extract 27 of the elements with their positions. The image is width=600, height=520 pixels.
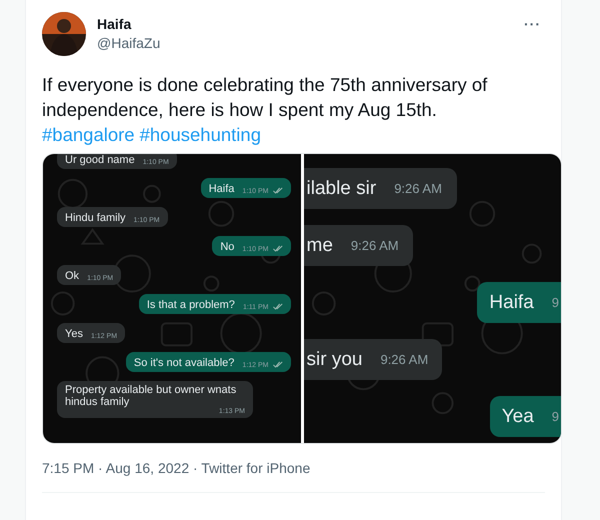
message-text: me (306, 234, 333, 256)
message-time: 9:26 AM (350, 238, 399, 253)
message-text: Ur good name (65, 154, 135, 166)
avatar[interactable] (42, 12, 86, 56)
message-text: sir you (306, 348, 362, 370)
message-text: Haifa (208, 183, 234, 195)
chat-screenshot[interactable] (43, 154, 300, 443)
message-text: So it's not available? (134, 357, 234, 369)
author-handle[interactable]: @HaifaZu (97, 35, 520, 51)
message-time: 9 (552, 295, 559, 310)
message-text: No (220, 241, 234, 253)
message-text: Yea (502, 406, 534, 428)
message-text: Yes (65, 328, 83, 340)
message-time: 9:26 AM (394, 181, 442, 196)
chat-screenshot[interactable]: ilable sir 9:26 AM me 9:26 AM Haifa 9 sir you 9:26 AM Yea 9 (304, 154, 561, 443)
message-text: ilable sir (306, 178, 376, 200)
message-text: Haifa (489, 292, 534, 314)
message-time: 9 (552, 409, 559, 424)
message-text: Is that a problem? (146, 299, 235, 311)
message-text: Property available but owner wnats hindus family (65, 384, 238, 408)
message-time: 9:26 AM (380, 352, 428, 367)
message-text: Ok (65, 270, 80, 282)
tweet-text: If everyone is done celebrating the 75th anniversary of independence, here is how I spent my Aug 15th. (42, 73, 488, 122)
message-text: Hindu family (65, 212, 126, 224)
more-button[interactable]: ··· (520, 16, 545, 32)
tweet-timestamp[interactable]: 7:15 PM · Aug 16, 2022 · Twitter for iPhone (42, 460, 545, 476)
author-name[interactable]: Haifa (97, 16, 520, 32)
